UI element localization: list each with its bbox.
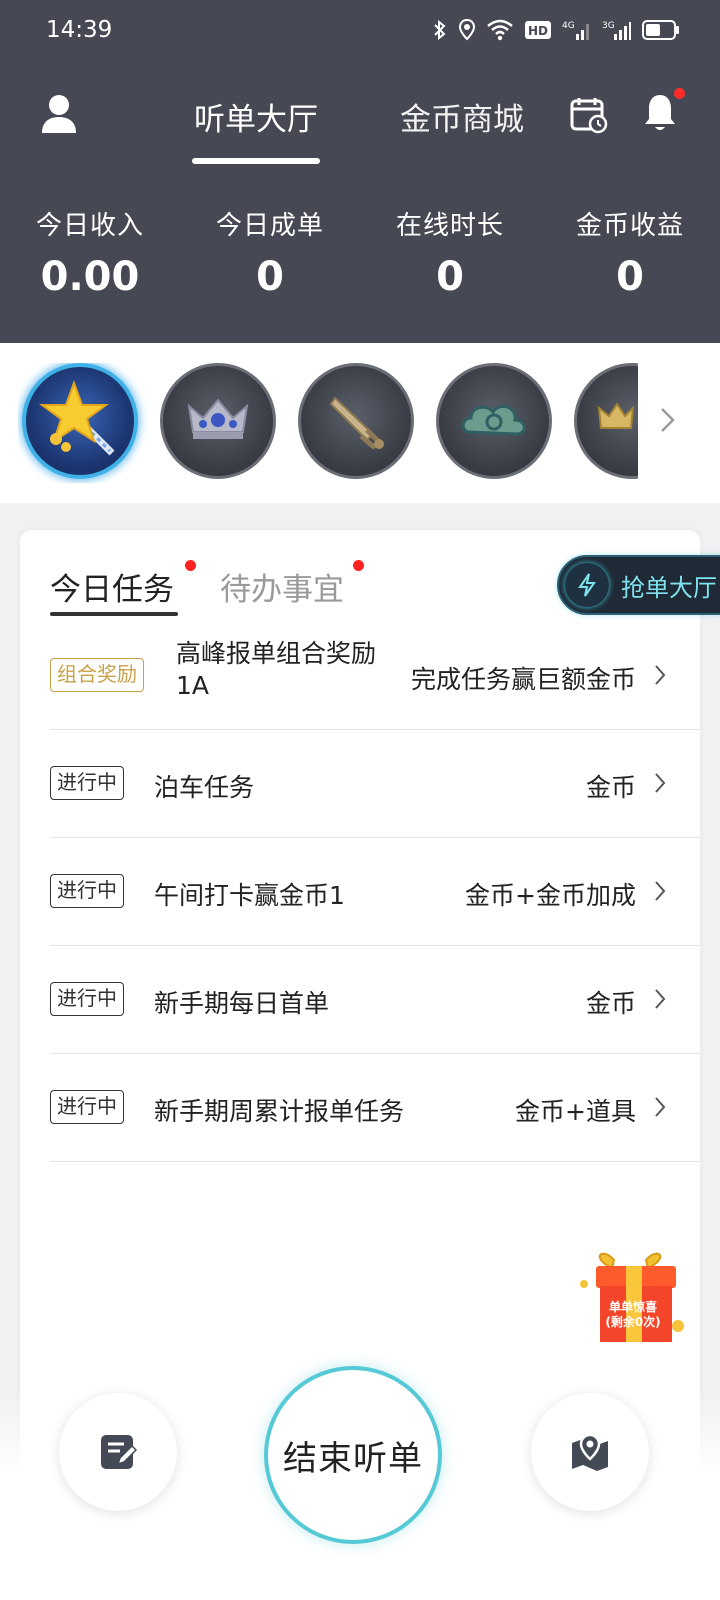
battery-icon bbox=[642, 20, 679, 40]
gift-text-line1: 单单惊喜 bbox=[608, 1300, 657, 1314]
user-icon[interactable] bbox=[40, 94, 78, 134]
task-row[interactable]: 进行中 泊车任务 金币 bbox=[50, 730, 700, 838]
stat-coin-earnings: 金币收益 0 bbox=[540, 205, 720, 300]
magic-wand-star-icon bbox=[38, 380, 115, 456]
lightning-icon bbox=[565, 563, 609, 607]
map-button[interactable] bbox=[531, 1393, 649, 1511]
gift-box-icon bbox=[580, 1252, 684, 1342]
chevron-right-icon[interactable] bbox=[660, 405, 676, 435]
signal-3g-icon: 3G bbox=[602, 21, 631, 40]
badge-magic-wand[interactable] bbox=[22, 363, 138, 479]
header: 14:39 HD 4G 3G 听单大厅 金币商城 今日收入 0.00 今日成单 … bbox=[0, 0, 720, 343]
surprise-gift-button[interactable]: 单单惊喜 (剩余0次) bbox=[572, 1242, 688, 1346]
stat-value: 0 bbox=[436, 254, 464, 300]
grab-order-hall-label: 抢单大厅 bbox=[621, 573, 717, 602]
tab-active-indicator bbox=[192, 158, 320, 164]
bell-icon[interactable] bbox=[642, 92, 678, 134]
svg-text:4G: 4G bbox=[562, 21, 575, 31]
chevron-right-icon bbox=[655, 881, 666, 901]
tab-listen-hall[interactable]: 听单大厅 bbox=[194, 94, 318, 139]
task-row[interactable]: 进行中 午间打卡赢金币1 金币+金币加成 bbox=[50, 838, 700, 946]
crown-icon bbox=[187, 398, 249, 439]
status-icons: HD 4G 3G bbox=[432, 18, 680, 42]
task-row[interactable]: 进行中 新手期周累计报单任务 金币+道具 bbox=[50, 1054, 700, 1162]
task-tag: 进行中 bbox=[50, 874, 124, 908]
hd-icon: HD bbox=[525, 21, 551, 39]
notification-dot bbox=[674, 88, 685, 99]
stat-label: 在线时长 bbox=[395, 211, 504, 241]
chevron-right-icon bbox=[655, 1097, 666, 1117]
task-title: 高峰报单组合奖励1A bbox=[176, 639, 377, 700]
task-list: 组合奖励 高峰报单组合奖励1A 完成任务赢巨额金币 进行中 泊车任务 金币 进行… bbox=[50, 622, 700, 1162]
badge-cloud[interactable] bbox=[436, 363, 552, 479]
task-row[interactable]: 进行中 新手期每日首单 金币 bbox=[50, 946, 700, 1054]
task-reward: 金币 bbox=[585, 989, 636, 1018]
report-note-button[interactable] bbox=[59, 1393, 177, 1511]
badge-sword[interactable] bbox=[298, 363, 414, 479]
stat-orders: 今日成单 0 bbox=[180, 205, 360, 300]
badge-strip bbox=[0, 343, 720, 503]
task-title: 新手期周累计报单任务 bbox=[154, 1097, 405, 1126]
tab-coin-mall[interactable]: 金币商城 bbox=[400, 94, 524, 139]
tab-today-tasks[interactable]: 今日任务 bbox=[50, 564, 174, 609]
tab-dot-today bbox=[185, 560, 196, 571]
task-tag: 进行中 bbox=[50, 982, 124, 1016]
task-reward: 金币 bbox=[585, 773, 636, 802]
task-title: 午间打卡赢金币1 bbox=[154, 881, 345, 910]
task-reward: 金币+道具 bbox=[515, 1097, 636, 1126]
gold-crown-icon bbox=[597, 402, 635, 429]
svg-text:HD: HD bbox=[528, 24, 548, 38]
edit-note-icon bbox=[101, 1435, 138, 1469]
end-listening-label: 结束听单 bbox=[283, 1438, 423, 1479]
task-reward: 金币+金币加成 bbox=[465, 881, 636, 910]
svg-text:3G: 3G bbox=[602, 21, 615, 31]
task-title: 泊车任务 bbox=[154, 773, 255, 802]
gift-text: 单单惊喜 (剩余0次) bbox=[600, 1300, 666, 1330]
task-row[interactable]: 组合奖励 高峰报单组合奖励1A 完成任务赢巨额金币 bbox=[50, 622, 700, 730]
today-stats: 今日收入 0.00 今日成单 0 在线时长 0 金币收益 0 bbox=[0, 205, 720, 300]
end-listening-button[interactable]: 结束听单 bbox=[264, 1366, 442, 1544]
stat-value: 0.00 bbox=[40, 254, 140, 300]
stat-value: 0 bbox=[616, 254, 644, 300]
tab-dot-todo bbox=[353, 560, 364, 571]
task-reward: 完成任务赢巨额金币 bbox=[410, 665, 636, 694]
location-icon bbox=[458, 18, 476, 41]
sword-icon bbox=[329, 396, 384, 450]
stat-online-time: 在线时长 0 bbox=[360, 205, 540, 300]
stat-income: 今日收入 0.00 bbox=[0, 205, 180, 300]
chevron-right-icon bbox=[655, 773, 666, 793]
stat-label: 今日收入 bbox=[35, 211, 144, 241]
stat-label: 今日成单 bbox=[215, 211, 324, 241]
badge-crown[interactable] bbox=[160, 363, 276, 479]
cloud-icon bbox=[461, 404, 526, 436]
stat-label: 金币收益 bbox=[575, 211, 684, 241]
badge-scroll[interactable] bbox=[18, 363, 638, 483]
signal-4g-icon: 4G bbox=[562, 21, 589, 40]
gift-text-line2: (剩余0次) bbox=[605, 1315, 661, 1329]
chevron-right-icon bbox=[655, 989, 666, 1009]
task-tag: 进行中 bbox=[50, 766, 124, 800]
tab-todo[interactable]: 待办事宜 bbox=[220, 564, 344, 609]
badge-gold-crown[interactable] bbox=[574, 363, 638, 479]
task-tag: 进行中 bbox=[50, 1090, 124, 1124]
chevron-right-icon bbox=[655, 665, 666, 685]
stat-value: 0 bbox=[256, 254, 284, 300]
top-nav: 听单大厅 金币商城 bbox=[0, 76, 720, 166]
map-pin-icon bbox=[572, 1433, 608, 1471]
grab-order-hall-button[interactable]: 抢单大厅 bbox=[557, 555, 720, 615]
task-tab-indicator bbox=[50, 612, 178, 616]
calendar-icon[interactable] bbox=[570, 96, 608, 134]
status-bar: 14:39 HD 4G 3G bbox=[0, 0, 720, 64]
task-tag: 组合奖励 bbox=[50, 658, 144, 692]
status-time: 14:39 bbox=[46, 17, 113, 43]
task-title: 新手期每日首单 bbox=[154, 989, 330, 1018]
bluetooth-icon bbox=[434, 19, 446, 41]
wifi-icon bbox=[487, 19, 513, 41]
